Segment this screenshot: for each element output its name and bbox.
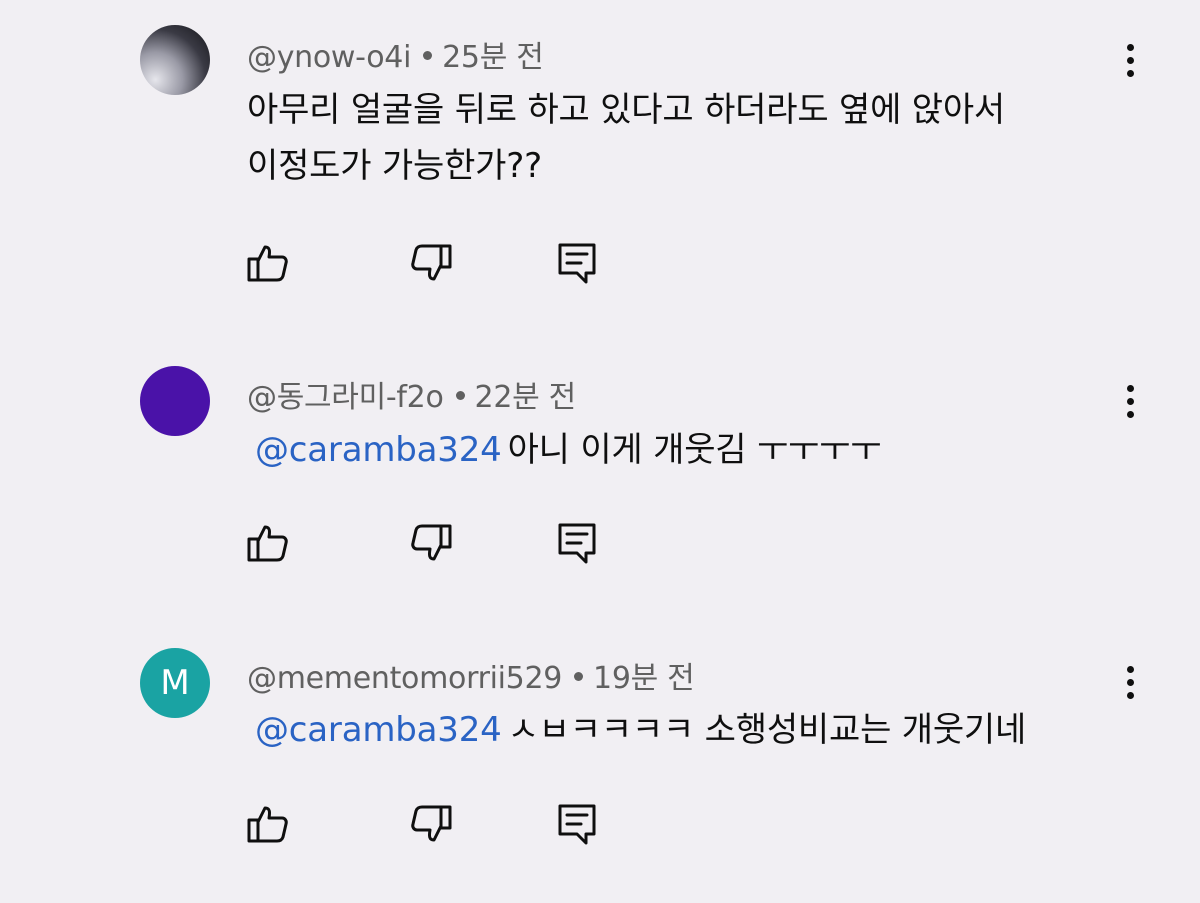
reply-icon: [558, 523, 596, 564]
thumbs-up-icon: [247, 806, 288, 843]
mention-link[interactable]: @caramba324: [255, 710, 502, 750]
separator-dot: [455, 391, 465, 400]
comment-meta: @동그라미-f2o 22분 전: [247, 372, 576, 416]
thumbs-up-icon: [247, 525, 288, 562]
reply-button[interactable]: [553, 519, 601, 567]
like-button[interactable]: [243, 519, 291, 567]
avatar[interactable]: M: [140, 648, 210, 718]
comment-text: @caramba324 아니 이게 개웃김 ㅜㅜㅜㅜ: [247, 422, 1127, 478]
dislike-button[interactable]: [408, 800, 456, 848]
comment-time: 22분 전: [474, 380, 577, 415]
like-button[interactable]: [243, 800, 291, 848]
comment-meta: @mementomorrii529 19분 전: [247, 653, 695, 697]
comment-3: M @mementomorrii529 19분 전 @caramba324 ㅅㅂㅋㅋ…: [0, 0, 1200, 845]
avatar[interactable]: [140, 366, 210, 436]
comment-text-line: 아니 이게 개웃김 ㅜㅜㅜㅜ: [507, 430, 882, 470]
comment-text: @caramba324 ㅅㅂㅋㅋㅋㅋ 소행성비교는 개웃기네: [247, 702, 1127, 758]
comment-text-line: ㅅㅂㅋㅋㅋㅋ 소행성비교는 개웃기네: [507, 710, 1027, 750]
comment-time: 19분 전: [593, 661, 695, 696]
comment-author[interactable]: @동그라미-f2o: [247, 380, 444, 415]
reply-button[interactable]: [553, 800, 601, 848]
mention-link[interactable]: @caramba324: [255, 430, 502, 470]
thumbs-down-icon: [411, 524, 452, 561]
comment-author[interactable]: @mementomorrii529: [247, 661, 562, 696]
more-vert-icon[interactable]: [1110, 381, 1150, 421]
separator-dot: [574, 672, 584, 681]
dislike-button[interactable]: [408, 519, 456, 567]
thumbs-down-icon: [411, 805, 452, 842]
more-vert-icon[interactable]: [1110, 662, 1150, 702]
avatar-letter: M: [160, 663, 190, 703]
reply-icon: [558, 804, 596, 845]
